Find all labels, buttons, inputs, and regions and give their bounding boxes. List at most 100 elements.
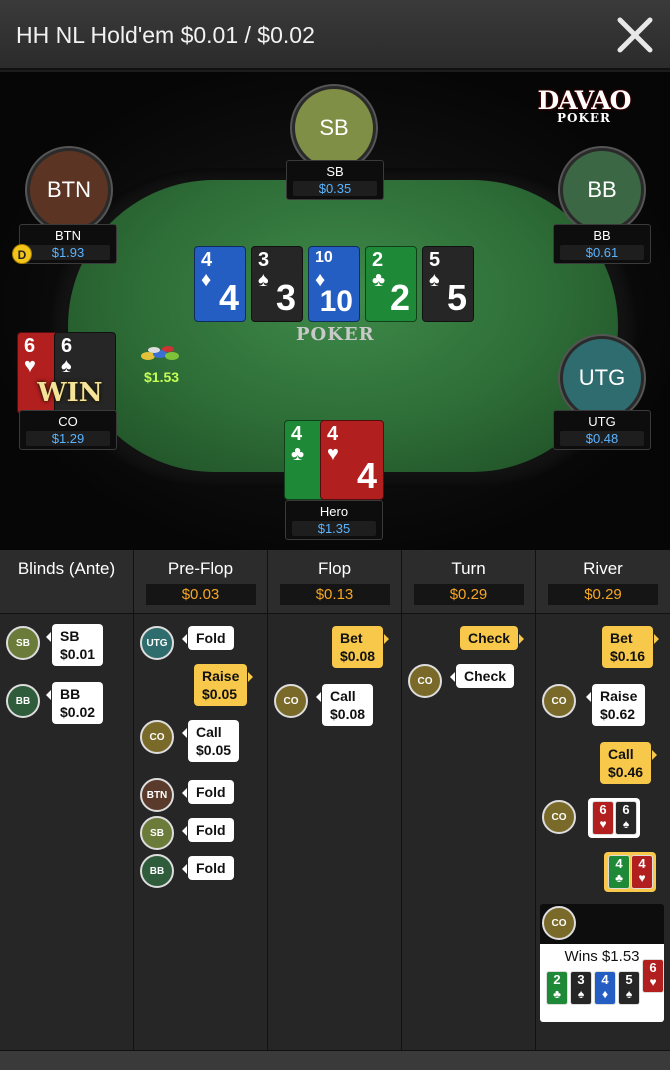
player-name: BTN bbox=[55, 228, 81, 243]
mini-card: 3 ♠ bbox=[570, 971, 592, 1005]
street-header: Turn $0.29 bbox=[402, 550, 535, 614]
card-suit: ♥ bbox=[24, 355, 36, 377]
hero-action-bubble: Call $0.46 bbox=[600, 742, 658, 784]
action-label: Fold bbox=[196, 860, 226, 876]
seat-chip-bb: BB bbox=[140, 854, 174, 888]
action-label: Check bbox=[468, 630, 511, 646]
card-rank: 6 bbox=[622, 802, 630, 817]
seat-chip-co: CO bbox=[542, 800, 576, 834]
street-column-blinds: Blinds (Ante) SB SB $0.01 BB BB $0.02 bbox=[0, 550, 134, 1050]
winner-box-header: CO bbox=[540, 904, 664, 944]
street-actions: SB SB $0.01 BB BB $0.02 bbox=[0, 614, 133, 1050]
card-rank-large: 5 bbox=[446, 277, 467, 318]
board-card: 5 ♠ 5 bbox=[422, 246, 474, 322]
street-header: Pre-Flop $0.03 bbox=[134, 550, 267, 614]
street-actions: Check CO Check bbox=[402, 614, 535, 1050]
mini-card: 5 ♠ bbox=[618, 971, 640, 1005]
card-suit: ♠ bbox=[429, 269, 440, 291]
card-rank: 3 bbox=[577, 972, 585, 987]
seat-avatar-btn[interactable]: BTN bbox=[27, 148, 111, 232]
street-actions: Bet $0.16 CO Raise $0.62 Call $0.46 CO 6… bbox=[536, 614, 670, 1050]
card-rank: 4 bbox=[601, 972, 609, 987]
street-header: River $0.29 bbox=[536, 550, 670, 614]
close-icon[interactable] bbox=[614, 14, 656, 56]
card-rank: 5 bbox=[625, 972, 633, 987]
card-rank: 10 bbox=[315, 249, 333, 266]
seat-chip-utg: UTG bbox=[140, 626, 174, 660]
street-name: Pre-Flop bbox=[167, 559, 234, 578]
card-rank: 6 bbox=[649, 960, 657, 975]
winner-panel: Wins $1.53 2 ♣ 3 ♠ 4 ♦ 5 ♠ 6 ♥ bbox=[540, 944, 664, 1022]
action-bubble: Fold bbox=[182, 818, 234, 842]
scroll-strip[interactable] bbox=[0, 1050, 670, 1070]
action-label: Call bbox=[330, 688, 356, 704]
player-name: BB bbox=[593, 228, 611, 243]
seat-label: BB bbox=[587, 177, 617, 202]
street-actions: UTG Fold Raise $0.05 CO Call $0.05 BTN F… bbox=[134, 614, 267, 1050]
mini-card: 2 ♣ bbox=[546, 971, 568, 1005]
seat-avatar-utg[interactable]: UTG bbox=[560, 336, 644, 420]
action-label: Bet bbox=[610, 630, 633, 646]
action-history: Blinds (Ante) SB SB $0.01 BB BB $0.02 Pr… bbox=[0, 550, 670, 1070]
card-suit: ♣ bbox=[372, 269, 386, 291]
mini-card: 6 ♥ bbox=[592, 801, 614, 835]
seat-chip-co: CO bbox=[140, 720, 174, 754]
co-showdown-cards: 6 ♥ 6 ♠ bbox=[588, 798, 640, 838]
action-amount: $0.05 bbox=[196, 742, 232, 758]
winner-box: CO Wins $1.53 2 ♣ 3 ♠ 4 ♦ 5 ♠ 6 ♥ bbox=[540, 904, 664, 1022]
card-rank-large: 10 bbox=[319, 285, 353, 318]
player-stack: $1.35 bbox=[292, 521, 376, 536]
poker-table: POKER DAVAO POKER SB SB $0.35 BTN BTN $1… bbox=[0, 72, 670, 550]
mini-card: 6 ♠ bbox=[615, 801, 637, 835]
action-bubble: SB $0.01 bbox=[45, 624, 104, 666]
mini-card: 4 ♣ bbox=[608, 855, 630, 889]
seat-chip-bb: BB bbox=[6, 684, 40, 718]
card-rank: 4 bbox=[638, 856, 646, 871]
seat-chip-co: CO bbox=[542, 684, 576, 718]
mini-card: 4 ♦ bbox=[594, 971, 616, 1005]
action-label: SB bbox=[60, 628, 80, 644]
seat-chip-sb: SB bbox=[140, 816, 174, 850]
street-column-flop: Flop $0.13 Bet $0.08 CO Call $0.08 bbox=[268, 550, 402, 1050]
card-suit: ♠ bbox=[61, 355, 72, 377]
card-rank: 4 bbox=[615, 856, 623, 871]
card-rank: 6 bbox=[599, 802, 607, 817]
hero-action-bubble: Raise $0.05 bbox=[194, 664, 254, 706]
seat-chip-co: CO bbox=[542, 906, 576, 940]
action-label: Fold bbox=[196, 822, 226, 838]
card-suit: ♥ bbox=[327, 443, 339, 465]
action-label: Check bbox=[464, 668, 507, 684]
street-pot: $0.29 bbox=[413, 584, 524, 605]
seat-chip-btn: BTN bbox=[140, 778, 174, 812]
street-name: Turn bbox=[451, 559, 486, 578]
win-banner: WIN bbox=[37, 378, 103, 408]
card-suit: ♣ bbox=[291, 443, 305, 465]
street-column-preflop: Pre-Flop $0.03 UTG Fold Raise $0.05 CO C… bbox=[134, 550, 268, 1050]
seat-plate-sb: SB $0.35 bbox=[286, 160, 384, 200]
action-amount: $0.62 bbox=[600, 706, 636, 722]
pot-chips: $1.53 bbox=[138, 344, 188, 385]
player-stack: $1.93 bbox=[26, 245, 110, 260]
dealer-button-icon: D bbox=[12, 244, 32, 264]
seat-avatar-bb[interactable]: BB bbox=[560, 148, 644, 232]
seat-chip-co: CO bbox=[408, 664, 442, 698]
action-bubble: Call $0.08 bbox=[315, 684, 374, 726]
card-suit: ♠ bbox=[625, 987, 633, 1001]
action-amount: $0.08 bbox=[340, 648, 376, 664]
action-label: Fold bbox=[196, 784, 226, 800]
hero-action-bubble: Check bbox=[460, 626, 525, 650]
mini-card: 4 ♥ bbox=[631, 855, 653, 889]
street-pot: $0.29 bbox=[548, 584, 658, 605]
action-amount: $0.02 bbox=[60, 704, 96, 720]
seat-avatar-sb[interactable]: SB bbox=[292, 86, 376, 170]
player-name: Hero bbox=[319, 504, 349, 519]
action-label: Call bbox=[196, 724, 222, 740]
hand-history-title: HH NL Hold'em $0.01 / $0.02 bbox=[16, 22, 315, 48]
seat-label: BTN bbox=[47, 177, 91, 202]
card-suit: ♥ bbox=[638, 871, 646, 885]
board-card: 2 ♣ 2 bbox=[365, 246, 417, 322]
seat-plate-hero: Hero $1.35 bbox=[285, 500, 383, 540]
player-name: SB bbox=[326, 164, 344, 179]
board-card: 4 ♦ 4 bbox=[194, 246, 246, 322]
winning-hand: 2 ♣ 3 ♠ 4 ♦ 5 ♠ 6 ♥ bbox=[544, 959, 664, 1007]
